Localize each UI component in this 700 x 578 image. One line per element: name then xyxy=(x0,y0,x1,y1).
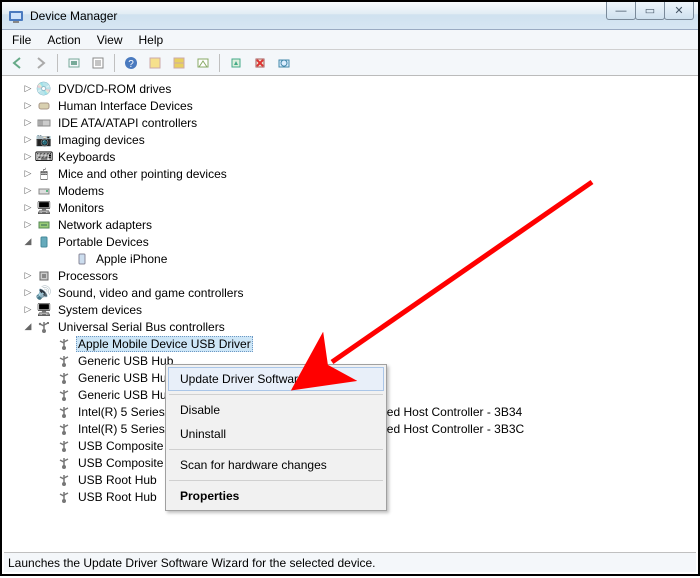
menu-help[interactable]: Help xyxy=(131,31,172,49)
menu-file[interactable]: File xyxy=(4,31,39,49)
toolbar: ? xyxy=(2,50,698,76)
cm-disable[interactable]: Disable xyxy=(168,398,384,422)
tree-node-keyboards[interactable]: ▷⌨Keyboards xyxy=(8,148,698,165)
app-icon xyxy=(8,8,24,24)
expand-icon[interactable]: ▷ xyxy=(22,202,34,214)
toolbar-icon-2[interactable] xyxy=(168,52,190,74)
tree-node-network[interactable]: ▷Network adapters xyxy=(8,216,698,233)
usb-device-icon xyxy=(56,336,72,352)
back-button[interactable] xyxy=(6,52,28,74)
tree-node-iphone[interactable]: ·Apple iPhone xyxy=(8,250,698,267)
maximize-button[interactable]: ▭ xyxy=(635,2,665,20)
usb-device-icon xyxy=(56,387,72,403)
usb-device-icon xyxy=(56,455,72,471)
menu-separator xyxy=(169,394,383,395)
usb-device-icon xyxy=(56,472,72,488)
system-icon: 🖥 xyxy=(36,302,52,318)
svg-text:?: ? xyxy=(128,59,134,70)
processor-icon xyxy=(36,268,52,284)
scan-button[interactable] xyxy=(273,52,295,74)
hid-icon xyxy=(36,98,52,114)
usb-icon xyxy=(36,319,52,335)
usb-device-icon xyxy=(56,489,72,505)
menu-view[interactable]: View xyxy=(89,31,131,49)
titlebar: Device Manager — ▭ ✕ xyxy=(2,2,698,30)
tree-node-apple-usb[interactable]: ·Apple Mobile Device USB Driver xyxy=(8,335,698,352)
tree-node-usb[interactable]: ◢Universal Serial Bus controllers xyxy=(8,318,698,335)
help-button[interactable]: ? xyxy=(120,52,142,74)
collapse-icon[interactable]: ◢ xyxy=(22,236,34,248)
expand-icon[interactable]: ▷ xyxy=(22,117,34,129)
cm-properties[interactable]: Properties xyxy=(168,484,384,508)
tree-node-mice[interactable]: ▷🖱Mice and other pointing devices xyxy=(8,165,698,182)
usb-device-icon xyxy=(56,353,72,369)
toolbar-icon-3[interactable] xyxy=(192,52,214,74)
menubar: File Action View Help xyxy=(2,30,698,50)
context-menu: Update Driver Software... Disable Uninst… xyxy=(165,364,387,511)
sound-icon: 🔊 xyxy=(36,285,52,301)
close-button[interactable]: ✕ xyxy=(664,2,694,20)
modem-icon xyxy=(36,183,52,199)
expand-icon[interactable]: ▷ xyxy=(22,185,34,197)
expand-icon[interactable]: ▷ xyxy=(22,168,34,180)
ide-icon xyxy=(36,115,52,131)
cm-scan[interactable]: Scan for hardware changes xyxy=(168,453,384,477)
usb-device-icon xyxy=(56,421,72,437)
expand-icon[interactable]: ▷ xyxy=(22,100,34,112)
show-hidden-button[interactable] xyxy=(63,52,85,74)
tree-node-sound[interactable]: ▷🔊Sound, video and game controllers xyxy=(8,284,698,301)
tree-node-processors[interactable]: ▷Processors xyxy=(8,267,698,284)
expand-icon[interactable]: ▷ xyxy=(22,151,34,163)
keyboard-icon: ⌨ xyxy=(36,149,52,165)
usb-device-icon xyxy=(56,438,72,454)
portable-icon xyxy=(36,234,52,250)
usb-device-icon xyxy=(56,370,72,386)
tree-node-portable[interactable]: ◢Portable Devices xyxy=(8,233,698,250)
tree-node-hid[interactable]: ▷Human Interface Devices xyxy=(8,97,698,114)
menu-separator xyxy=(169,449,383,450)
usb-device-icon xyxy=(56,404,72,420)
tree-node-modems[interactable]: ▷Modems xyxy=(8,182,698,199)
expand-icon[interactable]: ▷ xyxy=(22,270,34,282)
cm-update-driver[interactable]: Update Driver Software... xyxy=(168,367,384,391)
uninstall-button[interactable] xyxy=(249,52,271,74)
device-icon xyxy=(74,251,90,267)
properties-button[interactable] xyxy=(87,52,109,74)
tree-node-imaging[interactable]: ▷📷Imaging devices xyxy=(8,131,698,148)
monitor-icon: 🖥 xyxy=(36,200,52,216)
forward-button[interactable] xyxy=(30,52,52,74)
dvd-icon: 💿 xyxy=(36,81,52,97)
expand-icon[interactable]: ▷ xyxy=(22,219,34,231)
minimize-button[interactable]: — xyxy=(606,2,636,20)
toolbar-icon-1[interactable] xyxy=(144,52,166,74)
expand-icon[interactable]: ▷ xyxy=(22,287,34,299)
menu-action[interactable]: Action xyxy=(39,31,88,49)
tree-node-ide[interactable]: ▷IDE ATA/ATAPI controllers xyxy=(8,114,698,131)
network-icon xyxy=(36,217,52,233)
update-driver-button[interactable] xyxy=(225,52,247,74)
window-title: Device Manager xyxy=(30,9,117,23)
tree-node-system[interactable]: ▷🖥System devices xyxy=(8,301,698,318)
tree-node-dvd[interactable]: ▷💿DVD/CD-ROM drives xyxy=(8,80,698,97)
menu-separator xyxy=(169,480,383,481)
imaging-icon: 📷 xyxy=(36,132,52,148)
collapse-icon[interactable]: ◢ xyxy=(22,321,34,333)
expand-icon[interactable]: ▷ xyxy=(22,134,34,146)
expand-icon[interactable]: ▷ xyxy=(22,304,34,316)
cm-uninstall[interactable]: Uninstall xyxy=(168,422,384,446)
tree-node-monitors[interactable]: ▷🖥Monitors xyxy=(8,199,698,216)
mouse-icon: 🖱 xyxy=(36,166,52,182)
statusbar: Launches the Update Driver Software Wiza… xyxy=(4,552,696,572)
expand-icon[interactable]: ▷ xyxy=(22,83,34,95)
